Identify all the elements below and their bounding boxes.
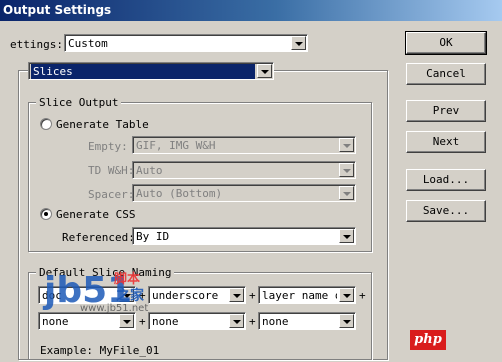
empty-label: Empty: <box>88 140 128 153</box>
naming-field-2[interactable]: underscore <box>148 286 246 304</box>
chevron-down-icon[interactable] <box>339 163 354 177</box>
section-value: Slices <box>31 64 255 79</box>
load-button[interactable]: Load... <box>406 169 486 191</box>
chevron-down-icon[interactable] <box>291 36 306 50</box>
chevron-down-icon[interactable] <box>339 314 354 328</box>
prev-button[interactable]: Prev <box>406 100 486 122</box>
naming-field-5-value: none <box>152 315 179 328</box>
naming-field-5[interactable]: none <box>148 312 246 330</box>
ok-button[interactable]: OK <box>405 31 487 55</box>
window-title: Output Settings <box>3 3 112 17</box>
chevron-down-icon[interactable] <box>119 314 134 328</box>
chevron-down-icon[interactable] <box>257 64 272 78</box>
chevron-down-icon[interactable] <box>339 229 354 243</box>
plus-sign: + <box>249 289 256 302</box>
generate-css-radio[interactable] <box>40 208 52 220</box>
generate-table-label[interactable]: Generate Table <box>56 118 149 131</box>
generate-css-label[interactable]: Generate CSS <box>56 208 135 221</box>
td-wh-value: Auto <box>136 164 163 177</box>
chevron-down-icon[interactable] <box>339 288 354 302</box>
td-wh-dropdown[interactable]: Auto <box>132 161 356 179</box>
slice-output-title: Slice Output <box>36 96 122 109</box>
naming-field-6[interactable]: none <box>258 312 356 330</box>
spacer-dropdown[interactable]: Auto (Bottom) <box>132 184 356 202</box>
spacer-label: Spacer: <box>88 188 135 201</box>
chevron-down-icon[interactable] <box>339 138 354 152</box>
next-button[interactable]: Next <box>406 131 486 153</box>
naming-field-4-value: none <box>42 315 69 328</box>
watermark-url: www.jb51.net <box>80 303 149 314</box>
referenced-dropdown[interactable]: By ID <box>132 227 356 245</box>
cancel-button[interactable]: Cancel <box>406 63 486 85</box>
save-button[interactable]: Save... <box>406 200 486 222</box>
empty-value: GIF, IMG W&H <box>136 139 216 152</box>
chevron-down-icon[interactable] <box>229 288 244 302</box>
generate-table-radio[interactable] <box>40 118 52 130</box>
plus-sign: + <box>359 289 366 302</box>
chevron-down-icon[interactable] <box>339 186 354 200</box>
settings-label: ettings: <box>10 38 63 51</box>
empty-dropdown[interactable]: GIF, IMG W&H <box>132 136 356 154</box>
naming-field-3-value: layer name or <box>262 289 337 302</box>
window-title-bar[interactable]: Output Settings <box>0 0 502 21</box>
naming-field-3[interactable]: layer name or <box>258 286 356 304</box>
naming-field-4[interactable]: none <box>38 312 136 330</box>
watermark-zhijia: 之家 <box>116 288 144 304</box>
chevron-down-icon[interactable] <box>229 314 244 328</box>
plus-sign: + <box>139 315 146 328</box>
plus-sign: + <box>249 315 256 328</box>
naming-field-6-value: none <box>262 315 289 328</box>
section-dropdown[interactable]: Slices <box>28 62 274 80</box>
referenced-value: By ID <box>136 230 170 243</box>
settings-value: Custom <box>68 37 108 50</box>
naming-example: Example: MyFile_01 <box>40 344 160 357</box>
referenced-label: Referenced: <box>62 231 135 244</box>
naming-field-2-value: underscore <box>152 289 219 302</box>
php-logo: php <box>410 330 446 350</box>
spacer-value: Auto (Bottom) <box>136 187 223 200</box>
td-wh-label: TD W&H: <box>88 164 135 177</box>
settings-dropdown[interactable]: Custom <box>64 34 308 52</box>
